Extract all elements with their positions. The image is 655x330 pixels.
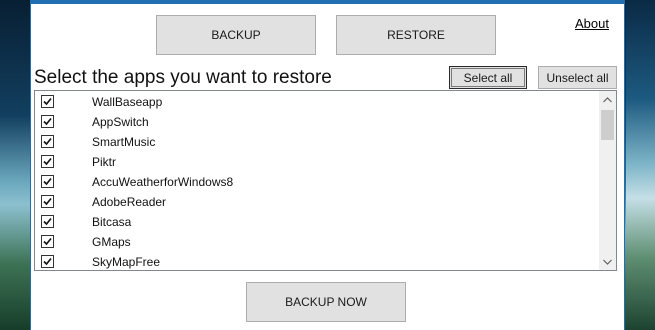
app-checkbox[interactable] (41, 175, 54, 188)
checkmark-icon (43, 257, 52, 266)
app-checkbox[interactable] (41, 95, 54, 108)
app-checkbox[interactable] (41, 235, 54, 248)
checkmark-icon (43, 177, 52, 186)
unselect-all-button[interactable]: Unselect all (538, 66, 617, 89)
app-list-item[interactable]: SmartMusic (35, 132, 598, 152)
app-checkbox[interactable] (41, 135, 54, 148)
checkmark-icon (43, 97, 52, 106)
app-list[interactable]: WallBaseapp AppSwitch SmartMusic Piktr AccuW… (34, 90, 617, 271)
app-name: SkyMapFree (92, 255, 161, 269)
backup-now-button[interactable]: BACKUP NOW (246, 282, 406, 322)
desktop-wallpaper-left (0, 0, 30, 330)
backup-tab-button[interactable]: BACKUP (156, 15, 316, 55)
checkmark-icon (43, 137, 52, 146)
checkmark-icon (43, 217, 52, 226)
checkmark-icon (43, 117, 52, 126)
scroll-up-arrow-icon[interactable] (599, 91, 616, 108)
app-checkbox[interactable] (41, 155, 54, 168)
app-checkbox[interactable] (41, 195, 54, 208)
app-checkbox[interactable] (41, 115, 54, 128)
about-link[interactable]: About (575, 16, 609, 31)
app-list-item[interactable]: AppSwitch (35, 112, 598, 132)
desktop-wallpaper-right (626, 0, 655, 330)
app-name: AppSwitch (92, 115, 149, 129)
app-name: AccuWeatherforWindows8 (92, 175, 234, 189)
scrollbar-thumb[interactable] (601, 110, 614, 140)
app-list-item[interactable]: AdobeReader (35, 192, 598, 212)
app-list-item[interactable]: SkyMapFree (35, 252, 598, 270)
checkmark-icon (43, 197, 52, 206)
select-all-button[interactable]: Select all (449, 66, 527, 89)
app-name: Bitcasa (92, 215, 132, 229)
app-list-item[interactable]: GMaps (35, 232, 598, 252)
app-list-item[interactable]: AccuWeatherforWindows8 (35, 172, 598, 192)
window-top-border (30, 0, 625, 4)
app-name: WallBaseapp (92, 95, 163, 109)
app-checkbox[interactable] (41, 215, 54, 228)
app-checkbox[interactable] (41, 255, 54, 268)
page-heading: Select the apps you want to restore (34, 67, 332, 88)
app-name: SmartMusic (92, 135, 156, 149)
checkmark-icon (43, 157, 52, 166)
app-list-item[interactable]: Bitcasa (35, 212, 598, 232)
app-list-item[interactable]: WallBaseapp (35, 92, 598, 112)
scroll-down-arrow-icon[interactable] (599, 253, 616, 270)
checkmark-icon (43, 237, 52, 246)
restore-tab-button[interactable]: RESTORE (336, 15, 496, 55)
app-name: AdobeReader (92, 195, 167, 209)
app-name: GMaps (92, 235, 131, 249)
list-scrollbar[interactable] (599, 91, 616, 270)
app-name: Piktr (92, 155, 116, 169)
app-list-item[interactable]: Piktr (35, 152, 598, 172)
